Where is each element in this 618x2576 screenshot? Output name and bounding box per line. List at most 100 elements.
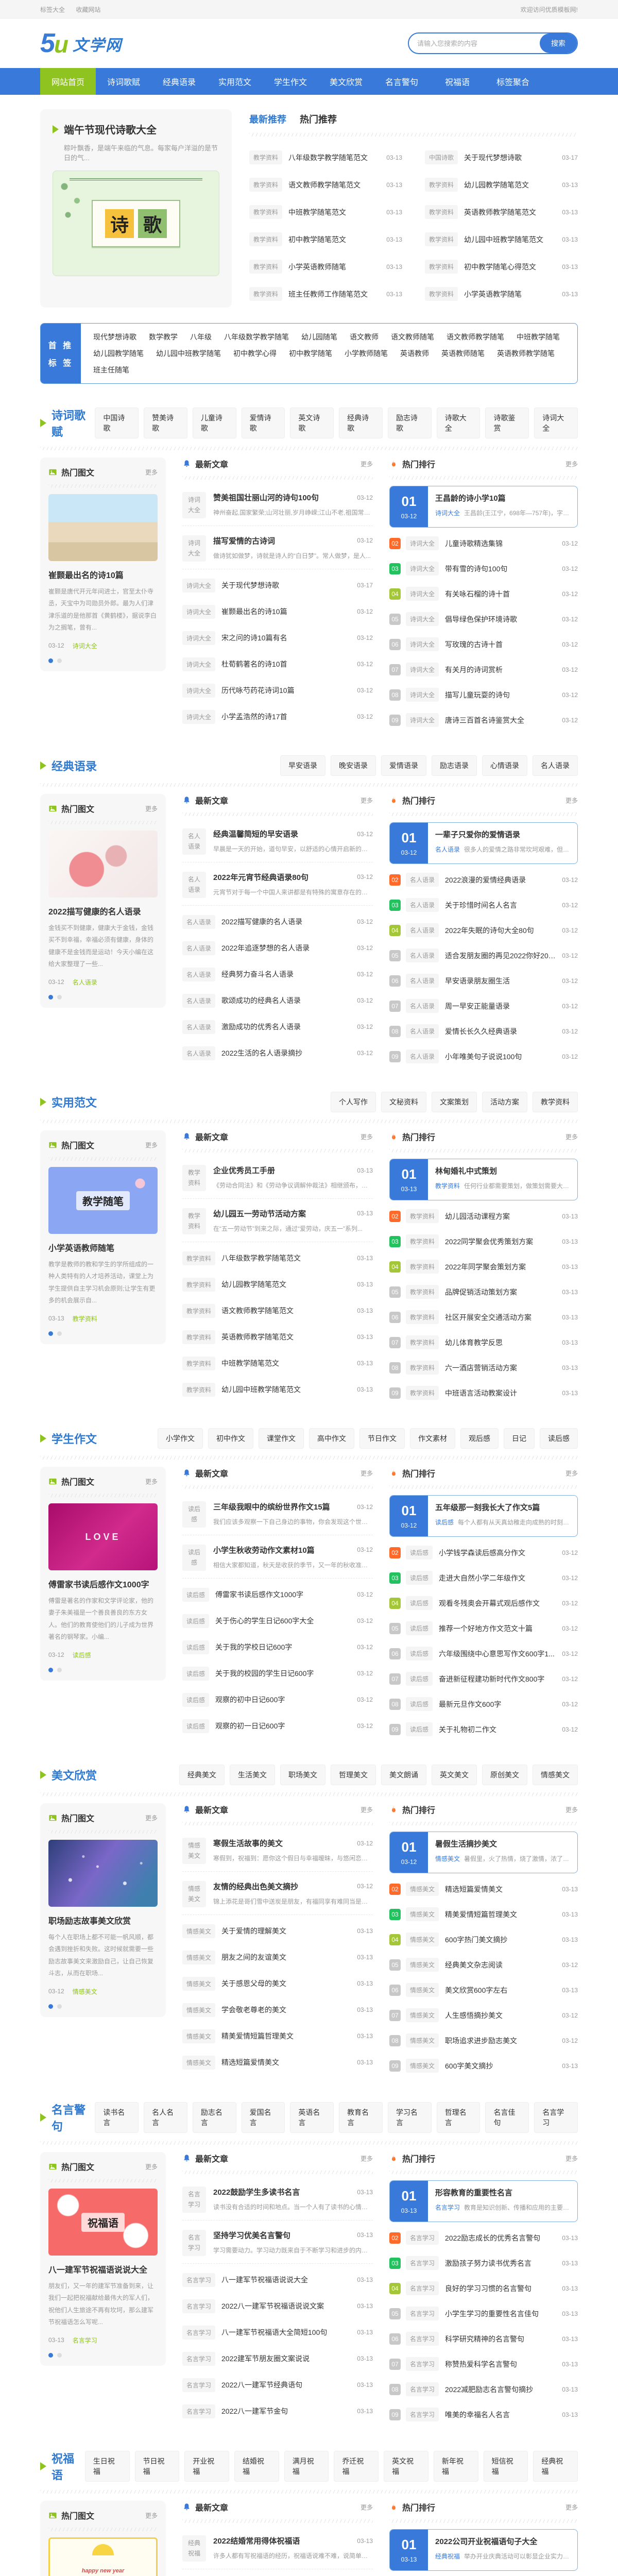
- more-link[interactable]: 更多: [360, 2154, 373, 2163]
- category-chip[interactable]: 名言学习: [182, 2187, 206, 2213]
- latest-article-featured[interactable]: 名言学习 2022鼓励学生多读书名言 03-13 读书没有合适的时间和地点。当一…: [182, 2180, 373, 2221]
- section-tag[interactable]: 学习名言: [388, 2102, 432, 2133]
- latest-article-row[interactable]: 教学资料 英语教师教学随笔范文 03-13: [182, 1324, 373, 1350]
- latest-article-row[interactable]: 读后感 傅雷家书读后感作文1000字 03-12: [182, 1582, 373, 1608]
- latest-article-row[interactable]: 读后感 观察的初一日记600字 03-12: [182, 1713, 373, 1739]
- category-chip[interactable]: 情感美文: [182, 2056, 215, 2070]
- category-chip[interactable]: 名言学习: [182, 2299, 215, 2313]
- section-tag[interactable]: 诗歌鉴赏: [485, 408, 529, 438]
- latest-article-row[interactable]: 情感美文 精美爱情短篇哲理美文 03-13: [182, 2023, 373, 2049]
- category-chip[interactable]: 名人语录: [406, 999, 439, 1013]
- article-title[interactable]: 崔颢最出名的诗10篇: [221, 606, 351, 617]
- category-chip[interactable]: 教学资料: [406, 1209, 439, 1223]
- pinned-tag[interactable]: 八年级数学教学随笔: [224, 332, 289, 342]
- pinned-tag[interactable]: 幼儿园随笔: [301, 332, 337, 342]
- category-chip[interactable]: 教学资料: [406, 1285, 439, 1299]
- category-chip[interactable]: 情感美文: [406, 1882, 439, 1896]
- category-chip[interactable]: 读后感: [182, 1640, 209, 1654]
- latest-article-row[interactable]: 诗词大全 历代咏芍药花诗词10篇 03-12: [182, 677, 373, 704]
- rank-row[interactable]: 04 名人语录 2022年失眠的诗句大全80句 03-12: [389, 918, 578, 943]
- article-title[interactable]: 有关月的诗词赏析: [445, 665, 556, 675]
- category-chip[interactable]: 情感美文: [406, 1958, 439, 1972]
- nav-item-网站首页[interactable]: 网站首页: [40, 68, 96, 95]
- category-chip[interactable]: 教学资料: [249, 178, 282, 192]
- category-chip[interactable]: 名言学习: [182, 2404, 215, 2418]
- category-chip[interactable]: 教学资料: [249, 150, 282, 164]
- section-tag[interactable]: 节日祝福: [135, 2451, 180, 2482]
- section-tag[interactable]: 哲理名言: [437, 2102, 480, 2133]
- article-title[interactable]: 观察的初中日记600字: [215, 1694, 351, 1705]
- article-title[interactable]: 倡导绿色保护环境诗歌: [445, 614, 556, 624]
- article-title[interactable]: 2022八一建军节祝福语说说文案: [221, 2301, 351, 2311]
- section-tag[interactable]: 爱情诗歌: [242, 408, 285, 438]
- article-title[interactable]: 小学孟浩然的诗17首: [221, 711, 351, 722]
- category-chip[interactable]: 读后感: [406, 1647, 433, 1660]
- latest-article-featured[interactable]: 情感美文 友情的经典出色美文摘抄 03-12 锦上添花是哥们雪中送炭是朋友，有福…: [182, 1875, 373, 1915]
- rank-top-item[interactable]: 01 03-13 林甸婚礼中式策划 教学资料 任何行业都需要策划，做策划需要大量…: [389, 1159, 578, 1200]
- section-tag[interactable]: 文案策划: [432, 1092, 477, 1112]
- article-title[interactable]: 经典美文杂志阅读: [445, 1960, 556, 1970]
- more-link[interactable]: 更多: [360, 2503, 373, 2512]
- article-title[interactable]: 三年级我眼中的缤纷世界作文15篇: [213, 1501, 351, 1512]
- article-title[interactable]: 经典温馨简短的早安语录: [213, 828, 351, 839]
- section-tag[interactable]: 经典祝福: [533, 2451, 578, 2482]
- latest-article-featured[interactable]: 诗词大全 赞美祖国壮丽山河的诗句100句 03-12 神州奋起,国家繁荣;山河壮…: [182, 486, 373, 526]
- rank-row[interactable]: 05 情感美文 经典美文杂志阅读 03-12: [389, 1952, 578, 1977]
- article-title[interactable]: 适合发朋友圈的再见2022你好2022...: [445, 951, 556, 961]
- article-title[interactable]: 宋之问的诗10篇有名: [221, 633, 351, 643]
- latest-article-row[interactable]: 名言学习 2022建军节朋友圈文案说说 03-13: [182, 2346, 373, 2372]
- section-tag[interactable]: 英文祝福: [384, 2451, 428, 2482]
- category-chip[interactable]: 教学资料: [406, 1386, 439, 1400]
- category-chip[interactable]: 诗词大全: [406, 663, 439, 676]
- section-tag[interactable]: 爱国名言: [242, 2102, 285, 2133]
- category-chip[interactable]: 经典祝福: [182, 2535, 206, 2562]
- category-tag-link[interactable]: 诗词大全: [435, 509, 460, 517]
- category-chip[interactable]: 名人语录: [406, 898, 439, 912]
- section-tag[interactable]: 节日作文: [359, 1428, 405, 1449]
- category-chip[interactable]: 读后感: [406, 1672, 433, 1686]
- more-link[interactable]: 更多: [565, 1132, 578, 1141]
- latest-article-row[interactable]: 名人语录 经典努力奋斗名人语录 03-12: [182, 961, 373, 988]
- article-title[interactable]: 2022八一建军节经典语句: [221, 2380, 351, 2390]
- category-chip[interactable]: 名言学习: [182, 2273, 215, 2287]
- category-chip[interactable]: 诗词大全: [406, 587, 439, 601]
- category-chip[interactable]: 读后感: [182, 1693, 209, 1707]
- recommend-item[interactable]: 教学资料 班主任教师工作随笔范文 03-13: [249, 280, 402, 308]
- article-title[interactable]: 600字热门美文摘抄: [445, 1935, 556, 1945]
- latest-article-row[interactable]: 诗词大全 宋之问的诗10篇有名 03-12: [182, 625, 373, 651]
- recommend-item[interactable]: 教学资料 初中教学随笔心得范文 03-13: [425, 253, 578, 280]
- category-chip[interactable]: 名言学习: [406, 2307, 439, 2320]
- rank-row[interactable]: 04 情感美文 600字热门美文摘抄 03-13: [389, 1927, 578, 1952]
- category-chip[interactable]: 中国诗歌: [425, 150, 458, 164]
- recommend-item[interactable]: 教学资料 中班教学随笔范文 03-13: [249, 198, 402, 226]
- section-tag[interactable]: 英语名言: [290, 2102, 334, 2133]
- rank-row[interactable]: 06 教学资料 社区开展安全交通活动方案 03-13: [389, 1304, 578, 1330]
- section-tag[interactable]: 哲理美文: [331, 1765, 376, 1785]
- recommend-item[interactable]: 教学资料 英语教师教学随笔范文 03-13: [425, 198, 578, 226]
- recommend-item[interactable]: 教学资料 初中教学随笔范文 03-13: [249, 226, 402, 253]
- latest-article-row[interactable]: 读后感 关于伤心的学生日记600字大全 03-12: [182, 1608, 373, 1634]
- more-link[interactable]: 更多: [565, 460, 578, 468]
- section-tag[interactable]: 乔迁祝福: [334, 2451, 379, 2482]
- category-chip[interactable]: 名言学习: [406, 2357, 439, 2371]
- rank-row[interactable]: 05 诗词大全 倡导绿色保护环境诗歌 03-12: [389, 606, 578, 632]
- rank-row[interactable]: 08 诗词大全 描写儿童玩耍的诗句 03-12: [389, 682, 578, 707]
- category-chip[interactable]: 名言学习: [182, 2326, 215, 2340]
- search-button[interactable]: 搜索: [540, 33, 577, 53]
- rank-row[interactable]: 06 名人语录 早安语录朋友圈生活 03-12: [389, 968, 578, 993]
- article-title[interactable]: 幼儿园中班教学随笔范文: [464, 234, 556, 245]
- article-title[interactable]: 品牌促销活动策划方案: [445, 1287, 556, 1297]
- category-chip[interactable]: 诗词大全: [182, 657, 215, 671]
- category-tag-link[interactable]: 名人语录: [73, 978, 97, 987]
- rank-row[interactable]: 09 教学资料 中班语言活动教案设计 03-13: [389, 1380, 578, 1405]
- section-tag[interactable]: 名言佳句: [485, 2102, 529, 2133]
- article-title[interactable]: 幼儿园教学随笔范文: [221, 1279, 351, 1290]
- article-title[interactable]: 幼儿园五一劳动节活动方案: [213, 1208, 351, 1219]
- featured-article-card[interactable]: 端午节现代诗歌大全 粽叶飘香，是端午来临的气息。每家每户洋溢的是节日的气... …: [40, 109, 232, 308]
- more-link[interactable]: 更多: [565, 796, 578, 805]
- rank-row[interactable]: 08 教学资料 六一酒店营销活动方案 03-13: [389, 1355, 578, 1380]
- section-tag[interactable]: 职场美文: [280, 1765, 325, 1785]
- article-title[interactable]: 关于感恩父母的美文: [221, 1978, 351, 1989]
- section-tag[interactable]: 晚安语录: [331, 755, 376, 776]
- latest-article-row[interactable]: 读后感 关于我的校园的学生日记600字 03-12: [182, 1660, 373, 1687]
